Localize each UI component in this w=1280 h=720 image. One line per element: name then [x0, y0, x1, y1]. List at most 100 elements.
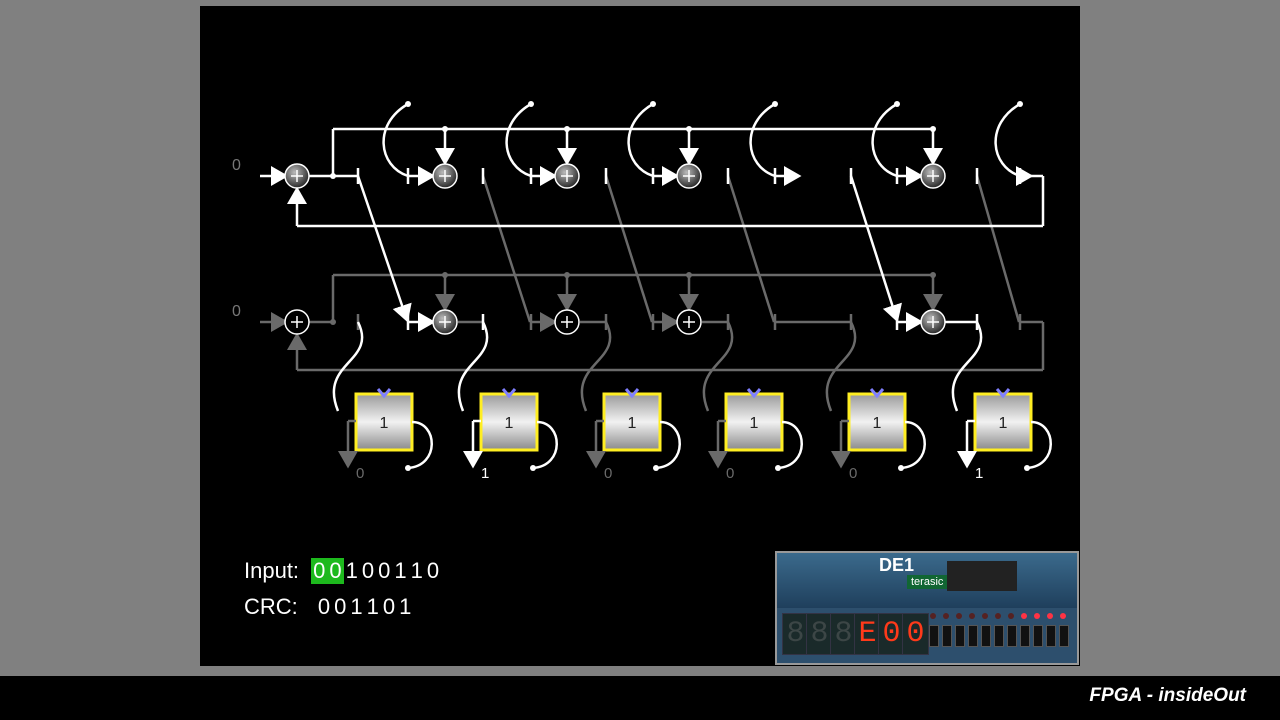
crc-bit: 0 — [334, 594, 347, 619]
junction-dot — [930, 126, 936, 132]
slide-switch — [1007, 625, 1017, 647]
junction-dot — [442, 272, 448, 278]
junction-dot — [405, 465, 411, 471]
register-value: 1 — [750, 415, 759, 432]
junction-dot — [564, 126, 570, 132]
slide-switch — [1059, 625, 1069, 647]
crc-bit: 1 — [399, 594, 412, 619]
led-indicator — [930, 613, 936, 619]
slide-switch — [1020, 625, 1030, 647]
input-bit: 0 — [311, 558, 328, 584]
led-indicator — [1008, 613, 1014, 619]
seven-segment-digit: E — [854, 613, 881, 655]
crc-bit: 1 — [366, 594, 379, 619]
row-input-label: 0 — [232, 157, 241, 174]
led-indicator — [1034, 613, 1040, 619]
register-output: 0 — [849, 465, 857, 482]
shift-register: 10 — [338, 388, 433, 482]
wire — [382, 102, 409, 178]
register-value: 1 — [873, 415, 882, 432]
circuit-labels: 00 — [232, 157, 241, 320]
wire — [849, 175, 902, 323]
junction-dot — [686, 272, 692, 278]
slide-switch — [968, 625, 978, 647]
xor-gate — [432, 309, 458, 335]
crc-label: CRC: — [244, 594, 298, 619]
wire — [749, 102, 776, 178]
slide: 101110101011 00 Input: 00100110 CRC: 001… — [200, 6, 1080, 666]
input-bit: 1 — [394, 558, 407, 583]
xor-gate — [554, 163, 580, 189]
wire — [726, 175, 776, 323]
crc-bit: 0 — [317, 594, 331, 619]
led-indicator — [969, 613, 975, 619]
led-indicator — [982, 613, 988, 619]
wire — [975, 175, 1021, 323]
input-row: Input: 00100110 — [244, 558, 441, 584]
row-input-label: 0 — [232, 303, 241, 320]
register-value: 1 — [999, 415, 1008, 432]
crc-row: CRC: 001101 — [244, 594, 413, 620]
led-indicator — [956, 613, 962, 619]
circuit-nodes: 101110101011 — [284, 101, 1052, 482]
input-bit: 1 — [410, 558, 423, 583]
junction-dot — [653, 465, 659, 471]
wire — [481, 175, 532, 323]
slide-switch — [1033, 625, 1043, 647]
footer-brand: FPGA - insideOut — [1089, 685, 1246, 706]
board-logo: DE1 — [879, 555, 915, 575]
slide-switch — [955, 625, 965, 647]
wire — [356, 175, 412, 323]
seven-segment-digit: 8 — [806, 613, 833, 655]
shift-register: 11 — [463, 388, 558, 482]
register-value: 1 — [505, 415, 514, 432]
junction-dot — [898, 465, 904, 471]
crc-bit: 1 — [350, 594, 363, 619]
input-bit: 0 — [378, 558, 391, 583]
junction-dot — [772, 101, 778, 107]
junction-dot — [1024, 465, 1030, 471]
xor-gate — [920, 309, 946, 335]
slide-switch — [929, 625, 939, 647]
junction-dot — [530, 465, 536, 471]
input-bit: 0 — [361, 558, 375, 583]
junction-dot — [528, 101, 534, 107]
wire — [604, 175, 654, 323]
input-bits: 00100110 — [311, 558, 441, 584]
xor-gate — [920, 163, 946, 189]
register-value: 1 — [628, 415, 637, 432]
led-indicator — [1021, 613, 1027, 619]
crc-bits: 001101 — [316, 594, 414, 620]
inactive-wires — [260, 175, 1045, 412]
led-indicator — [995, 613, 1001, 619]
slide-switch — [1046, 625, 1056, 647]
register-output: 0 — [604, 465, 612, 482]
input-label: Input: — [244, 558, 300, 583]
board-brand: terasic — [907, 575, 948, 589]
led-indicator — [1060, 613, 1066, 619]
shift-register: 10 — [586, 388, 681, 482]
active-wires — [260, 102, 1045, 412]
xor-gate — [432, 163, 458, 189]
xor-gate — [676, 163, 702, 189]
wire — [994, 102, 1021, 178]
xor-gate — [676, 309, 702, 335]
register-value: 1 — [380, 415, 389, 432]
junction-dot — [686, 126, 692, 132]
shift-register: 10 — [708, 388, 803, 482]
junction-dot — [330, 319, 336, 325]
input-bit: 1 — [345, 558, 358, 583]
junction-dot — [330, 173, 336, 179]
led-indicator — [1047, 613, 1053, 619]
register-output: 1 — [481, 465, 489, 482]
junction-dot — [894, 101, 900, 107]
junction-dot — [775, 465, 781, 471]
seven-segment-digit: 8 — [782, 613, 809, 655]
xor-gate — [554, 309, 580, 335]
seven-segment-digit: 0 — [878, 613, 905, 655]
register-output: 0 — [356, 465, 364, 482]
xor-gate — [284, 309, 310, 335]
register-output: 0 — [726, 465, 734, 482]
crc-bit: 0 — [382, 594, 396, 619]
wire — [871, 102, 898, 178]
